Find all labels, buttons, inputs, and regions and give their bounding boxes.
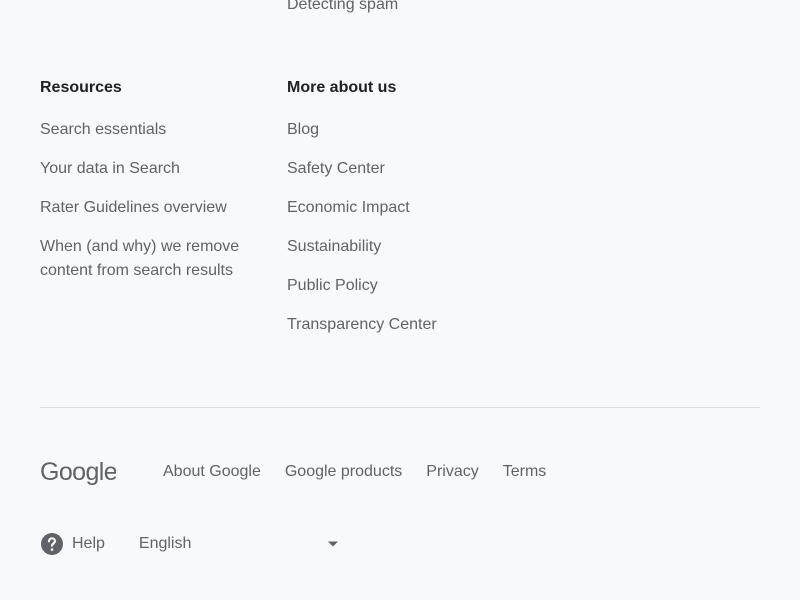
list-item: Search essentials	[40, 118, 270, 142]
list-item: Sustainability	[287, 235, 527, 259]
help-label: Help	[72, 535, 105, 552]
transparency-center-link[interactable]: Transparency Center	[287, 313, 527, 337]
search-essentials-link[interactable]: Search essentials	[40, 118, 270, 142]
resources-column: Resources Search essentials Your data in…	[40, 78, 270, 298]
content-removal-link[interactable]: When (and why) we remove content from se…	[40, 235, 270, 283]
terms-link[interactable]: Terms	[503, 462, 547, 482]
help-circle-icon	[40, 532, 64, 556]
language-select[interactable]: English	[139, 535, 339, 553]
list-item: Your data in Search	[40, 157, 270, 181]
list-item: Economic Impact	[287, 196, 527, 220]
list-item: Public Policy	[287, 274, 527, 298]
privacy-link[interactable]: Privacy	[426, 462, 478, 482]
list-item: Transparency Center	[287, 313, 527, 337]
caret-down-icon	[327, 540, 339, 548]
blog-link[interactable]: Blog	[287, 118, 527, 142]
google-products-link[interactable]: Google products	[285, 462, 402, 482]
google-logo-link[interactable]: Google	[40, 458, 163, 486]
detecting-spam-link[interactable]: Detecting spam	[287, 0, 398, 15]
public-policy-link[interactable]: Public Policy	[287, 274, 527, 298]
more-about-us-heading: More about us	[287, 79, 397, 96]
about-google-link[interactable]: About Google	[163, 462, 261, 482]
list-item: Safety Center	[287, 157, 527, 181]
footer-divider	[40, 407, 760, 408]
footer-page: Detecting spam Resources Search essentia…	[0, 0, 800, 600]
list-item: Rater Guidelines overview	[40, 196, 270, 220]
resources-list: Search essentials Your data in Search Ra…	[40, 118, 270, 283]
footer-bottom-row: Google About Google Google products Priv…	[40, 454, 570, 490]
help-button[interactable]: Help	[40, 532, 105, 556]
google-logo: Google	[40, 458, 116, 486]
your-data-in-search-link[interactable]: Your data in Search	[40, 157, 270, 181]
footer-links: About Google Google products Privacy Ter…	[163, 462, 570, 482]
safety-center-link[interactable]: Safety Center	[287, 157, 527, 181]
list-item: When (and why) we remove content from se…	[40, 235, 270, 283]
more-about-us-column: More about us Blog Safety Center Economi…	[287, 78, 527, 352]
sustainability-link[interactable]: Sustainability	[287, 235, 527, 259]
resources-heading: Resources	[40, 79, 122, 96]
svg-text:Google: Google	[40, 458, 116, 486]
economic-impact-link[interactable]: Economic Impact	[287, 196, 527, 220]
language-value: English	[138, 535, 192, 552]
help-language-row: Help English	[40, 530, 339, 558]
rater-guidelines-link[interactable]: Rater Guidelines overview	[40, 196, 270, 220]
more-about-us-list: Blog Safety Center Economic Impact Susta…	[287, 118, 527, 337]
list-item: Blog	[287, 118, 527, 142]
